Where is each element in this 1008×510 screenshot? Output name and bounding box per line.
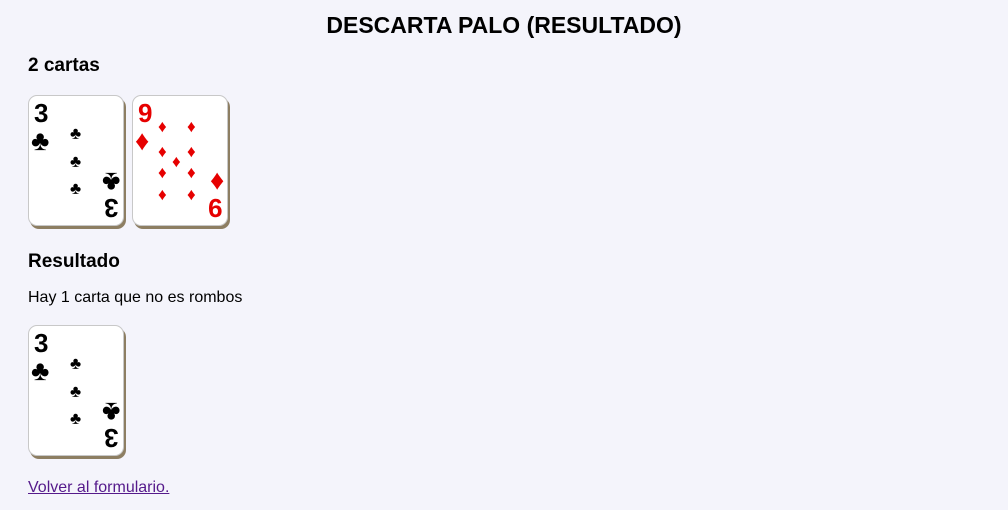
- diamonds-icon: ♦: [135, 125, 150, 156]
- card-9-diamonds: 9 ♦ ♦ ♦ ♦ ♦ ♦ ♦ ♦ ♦ ♦ ♦ 9: [132, 95, 228, 226]
- clubs-icon: ♣: [70, 152, 82, 171]
- clubs-icon: ♣: [101, 397, 120, 428]
- card-rank-bottom: 9: [207, 193, 222, 223]
- diamonds-icon: ♦: [187, 185, 196, 204]
- diamonds-icon: ♦: [158, 117, 167, 136]
- card-3-clubs: 3 ♣ ♣ ♣ ♣ ♣ 3: [28, 325, 124, 456]
- card-rank-top: 3: [34, 98, 49, 128]
- clubs-icon: ♣: [70, 382, 82, 401]
- back-to-form-link[interactable]: Volver al formulario.: [28, 478, 169, 498]
- card-rank-bottom: 3: [103, 193, 118, 223]
- clubs-icon: ♣: [31, 125, 50, 156]
- diamonds-icon: ♦: [209, 167, 224, 198]
- diamonds-icon: ♦: [187, 142, 196, 161]
- diamonds-icon: ♦: [172, 152, 181, 171]
- page: DESCARTA PALO (RESULTADO) 2 cartas 3 ♣ ♣…: [0, 0, 1008, 510]
- clubs-icon: ♣: [70, 179, 82, 198]
- card-3-clubs: 3 ♣ ♣ ♣ ♣ ♣ 3: [28, 95, 124, 226]
- clubs-icon: ♣: [70, 354, 82, 373]
- card-rank-bottom: 3: [103, 423, 118, 453]
- card-rank-top: 9: [138, 98, 153, 128]
- clubs-icon: ♣: [70, 124, 82, 143]
- result-cards: 3 ♣ ♣ ♣ ♣ ♣ 3: [28, 325, 132, 456]
- clubs-icon: ♣: [70, 409, 82, 428]
- clubs-icon: ♣: [31, 355, 50, 386]
- diamonds-icon: ♦: [158, 185, 167, 204]
- diamonds-icon: ♦: [187, 117, 196, 136]
- result-heading: Resultado: [28, 251, 120, 272]
- result-text: Hay 1 carta que no es rombos: [28, 289, 243, 306]
- diamonds-icon: ♦: [158, 163, 167, 182]
- clubs-icon: ♣: [101, 167, 120, 198]
- card-count-heading: 2 cartas: [28, 55, 100, 76]
- page-title: DESCARTA PALO (RESULTADO): [326, 12, 682, 38]
- hand-cards: 3 ♣ ♣ ♣ ♣ ♣ 3 9 ♦ ♦ ♦ ♦ ♦ ♦ ♦ ♦ ♦ ♦ ♦ 9: [28, 95, 236, 226]
- diamonds-icon: ♦: [158, 142, 167, 161]
- diamonds-icon: ♦: [187, 163, 196, 182]
- card-rank-top: 3: [34, 328, 49, 358]
